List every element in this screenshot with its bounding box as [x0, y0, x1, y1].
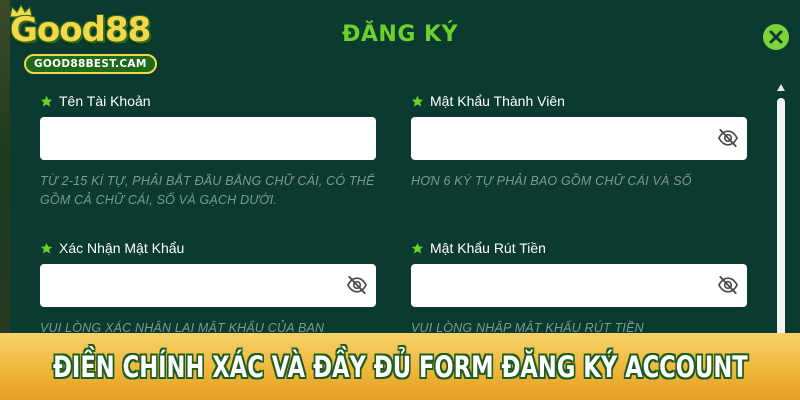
password-input-box	[411, 117, 747, 160]
password-field-group: Mật Khẩu Thành Viên HƠN 6 KÝ TỰ PHẢI BAO…	[411, 92, 747, 191]
username-hint: TỪ 2-15 KÍ TỰ, PHẢI BẮT ĐẦU BẰNG CHỮ CÁI…	[40, 174, 375, 207]
username-input-box	[40, 117, 376, 160]
username-field-group: Tên Tài Khoản TỪ 2-15 KÍ TỰ, PHẢI BẮT ĐẦ…	[40, 92, 376, 210]
star-icon	[40, 95, 53, 106]
star-icon	[411, 95, 424, 106]
username-input[interactable]	[40, 117, 376, 160]
scrollbar[interactable]	[776, 84, 786, 344]
username-label-text: Tên Tài Khoản	[59, 93, 151, 109]
password-label: Mật Khẩu Thành Viên	[411, 92, 747, 110]
scrollbar-thumb[interactable]	[777, 98, 785, 344]
withdraw-password-label-text: Mật Khẩu Rút Tiền	[430, 240, 546, 256]
confirm-password-label: Xác Nhận Mật Khẩu	[40, 239, 376, 257]
scroll-up-arrow-icon[interactable]	[777, 84, 785, 91]
modal-title: ĐĂNG KÝ	[341, 22, 459, 47]
withdraw-password-label: Mật Khẩu Rút Tiền	[411, 239, 747, 257]
withdraw-password-input-box	[411, 264, 747, 307]
eye-slash-icon[interactable]	[717, 128, 739, 148]
logo-url-badge: GOOD88BEST.CAM	[24, 54, 157, 74]
password-label-text: Mật Khẩu Thành Viên	[430, 93, 565, 109]
eye-slash-icon[interactable]	[346, 275, 368, 295]
eye-slash-icon[interactable]	[717, 275, 739, 295]
promo-banner: ĐIỀN CHÍNH XÁC VÀ ĐẦY ĐỦ FORM ĐĂNG KÝ AC…	[0, 333, 800, 400]
withdraw-password-field-group: Mật Khẩu Rút Tiền VUI LÒNG NHẬP MẬT KHẨU…	[411, 239, 747, 338]
banner-text: ĐIỀN CHÍNH XÁC VÀ ĐẦY ĐỦ FORM ĐĂNG KÝ AC…	[52, 349, 748, 384]
confirm-password-field-group: Xác Nhận Mật Khẩu VUI LÒNG XÁC NHẬN LẠI …	[40, 239, 376, 338]
password-input[interactable]	[411, 117, 747, 160]
close-icon	[769, 30, 783, 44]
close-button[interactable]	[763, 24, 789, 50]
confirm-password-input[interactable]	[40, 264, 376, 307]
confirm-password-label-text: Xác Nhận Mật Khẩu	[59, 240, 185, 256]
confirm-password-input-box	[40, 264, 376, 307]
withdraw-password-input[interactable]	[411, 264, 747, 307]
username-label: Tên Tài Khoản	[40, 92, 376, 110]
star-icon	[411, 242, 424, 253]
star-icon	[40, 242, 53, 253]
password-hint: HƠN 6 KÝ TỰ PHẢI BAO GỒM CHỮ CÁI VÀ SỐ	[411, 174, 692, 188]
